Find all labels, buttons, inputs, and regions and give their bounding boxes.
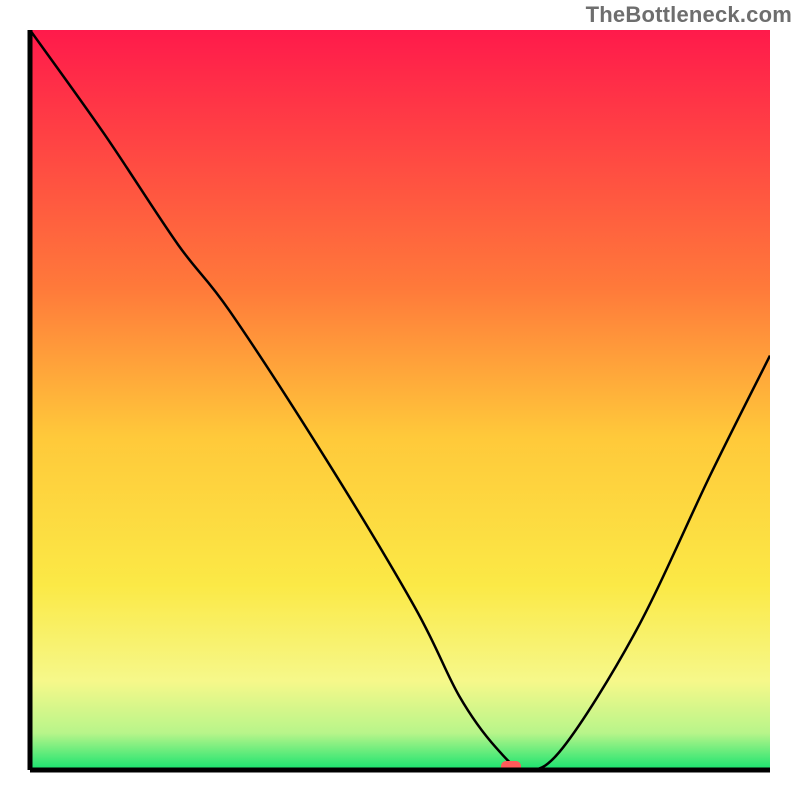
- watermark-label: TheBottleneck.com: [586, 2, 792, 28]
- bottleneck-plot: [0, 0, 800, 800]
- gradient-background: [30, 30, 770, 770]
- chart-stage: TheBottleneck.com: [0, 0, 800, 800]
